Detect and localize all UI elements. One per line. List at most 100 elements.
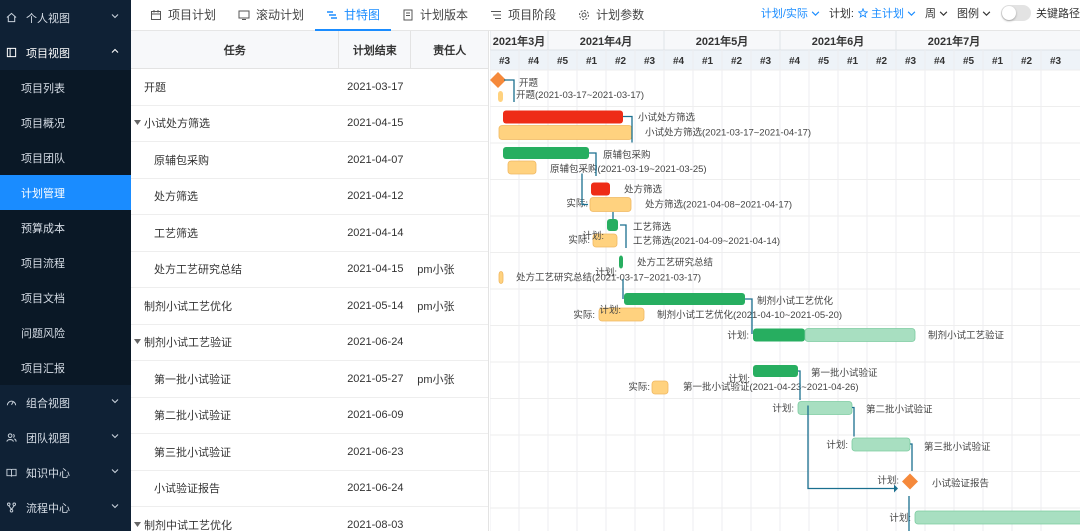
week-label: #2: [876, 56, 888, 67]
week-label: #1: [586, 56, 598, 67]
month-label: 2021年4月: [580, 34, 633, 48]
plan-bar[interactable]: [914, 510, 1080, 525]
task-name[interactable]: 第一批小试验证: [154, 371, 231, 387]
task-name[interactable]: 制剂小试工艺优化: [144, 298, 232, 314]
actual-label: 实际:: [573, 309, 595, 321]
cell-task: 第一批小试验证: [131, 361, 339, 397]
table-row[interactable]: 工艺筛选 2021-04-14: [131, 215, 488, 252]
sidebar-subitem-budget-cost[interactable]: 预算成本: [0, 210, 131, 245]
sidebar-subitem-issue-risk[interactable]: 问题风险: [0, 315, 131, 350]
tab-gantt[interactable]: 甘特图: [315, 0, 392, 31]
actual-bar[interactable]: [498, 91, 503, 102]
plan-bar[interactable]: [624, 293, 745, 305]
task-name[interactable]: 处方筛选: [154, 188, 198, 204]
plan-bar[interactable]: [851, 437, 911, 452]
column-header-task[interactable]: 任务: [131, 31, 340, 68]
tab-plan-params[interactable]: 计划参数: [567, 0, 655, 30]
month-header-bg[interactable]: [490, 31, 1080, 50]
legend-select[interactable]: 图例: [957, 5, 991, 21]
column-header-plan-end[interactable]: 计划结束: [339, 31, 412, 68]
plan-bar[interactable]: [753, 328, 805, 342]
sidebar-subitem-project-flow[interactable]: 项目流程: [0, 245, 131, 280]
sidebar-item-process-center[interactable]: 流程中心: [0, 490, 131, 525]
sidebar-item-knowledge-center[interactable]: 知识中心: [0, 455, 131, 490]
bar-label: 第一批小试验证(2021-04-23~2021-04-26): [683, 381, 859, 393]
tab-label: 项目计划: [168, 8, 217, 22]
plan-bar[interactable]: [797, 401, 853, 415]
tab-rolling-plan[interactable]: 滚动计划: [227, 0, 315, 30]
plan-bar[interactable]: [503, 110, 623, 124]
task-name[interactable]: 原辅包采购: [154, 152, 209, 168]
table-row[interactable]: 第三批小试验证 2021-06-23: [131, 434, 488, 471]
table-row[interactable]: 制剂小试工艺验证 2021-06-24: [131, 325, 488, 361]
task-name[interactable]: 小试处方筛选: [144, 115, 210, 131]
table-row[interactable]: 制剂小试工艺优化 2021-05-14 pm小张: [131, 288, 488, 325]
expand-caret-icon[interactable]: [133, 521, 142, 528]
sidebar-subitem-project-overview[interactable]: 项目概况: [0, 105, 131, 140]
cell-owner: [411, 325, 488, 361]
table-row[interactable]: 第二批小试验证 2021-06-09: [131, 398, 488, 434]
table-row[interactable]: 处方工艺研究总结 2021-04-15 pm小张: [131, 252, 488, 288]
sidebar-item-portfolio-view[interactable]: 组合视图: [0, 385, 131, 420]
plan-bar[interactable]: [619, 255, 623, 269]
dashboard-icon: [4, 396, 18, 410]
week-label: #5: [963, 56, 975, 67]
cell-task: 工艺筛选: [131, 215, 339, 251]
task-name[interactable]: 处方工艺研究总结: [154, 261, 242, 277]
table-row[interactable]: 原辅包采购 2021-04-07: [131, 142, 488, 179]
sidebar-item-personal-view[interactable]: 个人视图: [0, 0, 131, 35]
cell-plan-end: 2021-03-17: [347, 80, 404, 93]
actual-bar[interactable]: [498, 271, 504, 284]
tab-bar: 项目计划 滚动计划 甘特图 计划版本 项目阶段 计划参数 计划/实际 计划: 主…: [131, 0, 1080, 31]
tab-project-plan[interactable]: 项目计划: [139, 0, 227, 30]
task-name[interactable]: 小试验证报告: [154, 480, 220, 496]
plan-bar[interactable]: [591, 182, 610, 196]
task-name[interactable]: 制剂中试工艺优化: [144, 517, 232, 531]
table-row[interactable]: 开题 2021-03-17: [131, 69, 488, 106]
table-row[interactable]: 制剂中试工艺优化 2021-08-03: [131, 507, 488, 531]
expand-caret-icon[interactable]: [133, 339, 142, 345]
expand-caret-icon[interactable]: [133, 120, 142, 126]
cell-plan-end: 2021-04-14: [347, 226, 404, 239]
actual-bar[interactable]: [589, 197, 632, 212]
bar-label: 原辅包采购(2021-03-19~2021-03-25): [550, 163, 707, 175]
mode-select[interactable]: 计划/实际: [761, 5, 820, 21]
actual-bar[interactable]: [507, 160, 537, 175]
plan-bar[interactable]: [607, 219, 618, 231]
sidebar-item-project-view[interactable]: 项目视图: [0, 35, 131, 70]
sidebar-item-team-view[interactable]: 团队视图: [0, 420, 131, 455]
critical-path-toggle[interactable]: [1001, 5, 1031, 21]
table-row[interactable]: 小试处方筛选 2021-04-15: [131, 106, 488, 142]
chevron-down-icon: [111, 434, 119, 439]
sidebar-subitem-project-report[interactable]: 项目汇报: [0, 350, 131, 385]
sidebar-subitem-project-team[interactable]: 项目团队: [0, 140, 131, 175]
week-label: #4: [528, 56, 540, 67]
task-name[interactable]: 第二批小试验证: [154, 407, 231, 423]
plan-select[interactable]: 主计划: [858, 5, 916, 21]
tab-project-stage[interactable]: 项目阶段: [479, 0, 567, 30]
cell-owner: pm小张: [417, 373, 455, 386]
actual-bar[interactable]: [498, 125, 633, 140]
table-row[interactable]: 小试验证报告 2021-06-24: [131, 471, 488, 507]
period-select[interactable]: 周: [925, 5, 948, 21]
tab-plan-version[interactable]: 计划版本: [391, 0, 479, 30]
milestone-diamond: [902, 473, 918, 490]
cell-owner: [411, 398, 488, 434]
sidebar-subitem-project-docs[interactable]: 项目文档: [0, 280, 131, 315]
cell-owner: pm小张: [417, 264, 455, 277]
actual-bar[interactable]: [651, 380, 669, 395]
milestone-diamond: [490, 72, 506, 88]
task-name[interactable]: 开题: [144, 79, 166, 95]
plan-bar[interactable]: [753, 365, 798, 377]
task-name[interactable]: 工艺筛选: [154, 225, 198, 241]
table-row[interactable]: 处方筛选 2021-04-12: [131, 179, 488, 215]
plan-bar[interactable]: [804, 328, 916, 342]
task-name[interactable]: 第三批小试验证: [154, 444, 231, 460]
sidebar-subitem-project-list[interactable]: 项目列表: [0, 70, 131, 105]
task-name[interactable]: 制剂小试工艺验证: [144, 334, 232, 350]
sidebar-subitem-plan-management[interactable]: 计划管理: [0, 175, 131, 210]
plan-bar[interactable]: [503, 147, 589, 159]
table-row[interactable]: 第一批小试验证 2021-05-27 pm小张: [131, 361, 488, 398]
column-header-owner[interactable]: 责任人: [411, 31, 488, 68]
cell-owner: [411, 69, 488, 105]
